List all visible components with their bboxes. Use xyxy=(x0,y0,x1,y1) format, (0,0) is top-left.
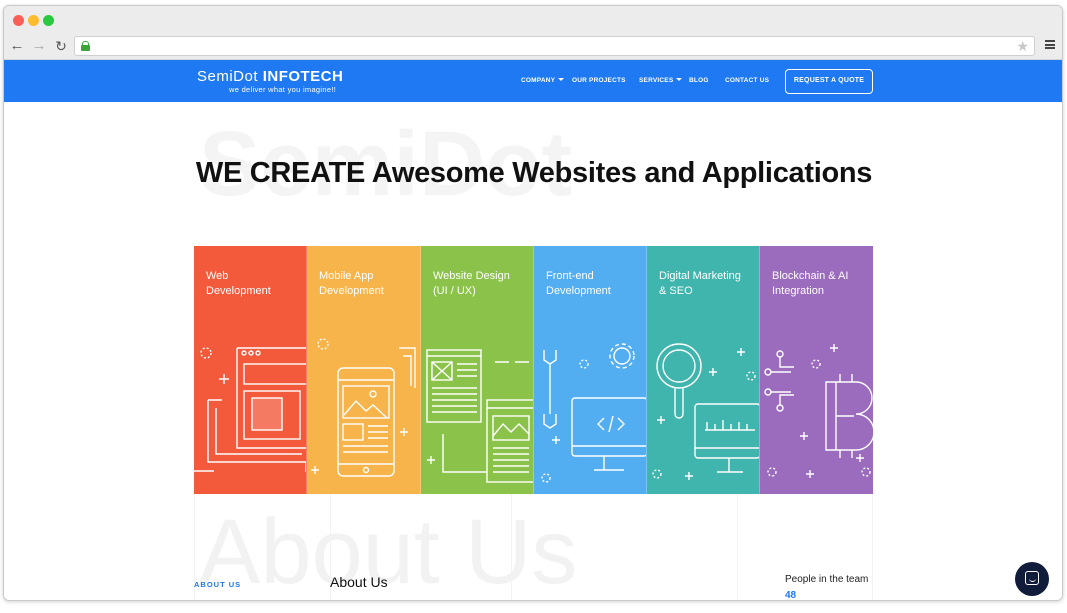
people-in-team-label: People in the team xyxy=(785,574,869,585)
service-card-web-development[interactable]: Web Development xyxy=(194,246,307,494)
page-viewport: SemiDot INFOTECH we deliver what you ima… xyxy=(4,60,1062,601)
chat-icon xyxy=(1025,571,1039,585)
nav-label: OUR PROJECTS xyxy=(572,77,626,84)
star-icon[interactable]: ★ xyxy=(1016,37,1029,55)
service-card-title: Website Design (UI / UX) xyxy=(433,269,533,298)
service-card-title: Front-end Development xyxy=(546,269,646,298)
service-title-line1: Blockchain & AI xyxy=(772,270,849,282)
service-title-line2: Development xyxy=(206,284,271,297)
nav-item-blog[interactable]: BLOG xyxy=(689,77,709,84)
service-title-line1: Front-end xyxy=(546,270,594,282)
menu-icon[interactable] xyxy=(1045,40,1055,49)
browser-window: ← → ↻ ★ SemiDot INFOTECH we deliver what… xyxy=(3,5,1063,601)
blockchain-icon xyxy=(764,344,873,478)
service-card-title: Digital Marketing & SEO xyxy=(659,269,759,298)
service-title-line1: Mobile App xyxy=(319,270,374,282)
service-title-line2: Integration xyxy=(772,284,824,297)
nav-item-services[interactable]: SERVICES xyxy=(639,77,683,84)
chevron-down-icon xyxy=(676,78,683,81)
browser-toolbar: ← → ↻ ★ xyxy=(4,33,1062,60)
service-card-mobile-app[interactable]: Mobile App Development xyxy=(307,246,421,494)
service-card-website-design[interactable]: Website Design (UI / UX) xyxy=(421,246,534,494)
nav-label: CONTACT US xyxy=(725,77,770,84)
frontend-icon xyxy=(541,343,646,483)
service-title-line2: Development xyxy=(546,284,611,297)
mobile-app-icon xyxy=(311,338,416,477)
service-title-line2: (UI / UX) xyxy=(433,284,476,297)
service-card-title: Mobile App Development xyxy=(319,269,420,298)
service-card-blockchain[interactable]: Blockchain & AI Integration xyxy=(760,246,873,494)
service-title-line2: & SEO xyxy=(659,284,693,297)
chevron-down-icon xyxy=(558,78,565,81)
lock-icon xyxy=(81,41,90,51)
service-card-title: Blockchain & AI Integration xyxy=(772,269,873,298)
about-us-label: ABOUT US xyxy=(194,580,242,589)
nav-label: COMPANY xyxy=(521,77,556,84)
nav-item-company[interactable]: COMPANY xyxy=(521,77,565,84)
main-nav: COMPANY OUR PROJECTS SERVICES BLOG CONTA… xyxy=(4,77,1062,89)
people-in-team-count: 48 xyxy=(785,590,797,601)
chat-button[interactable] xyxy=(1015,562,1049,596)
reload-icon[interactable]: ↻ xyxy=(52,37,70,55)
about-us-heading: About Us xyxy=(330,574,388,590)
digital-marketing-icon xyxy=(652,343,759,480)
minimize-window-button[interactable] xyxy=(28,15,39,26)
web-development-icon xyxy=(194,347,306,472)
service-title-line1: Digital Marketing xyxy=(659,270,741,282)
services-cards: Web Development Mobile App Development W… xyxy=(194,246,873,494)
address-bar[interactable]: ★ xyxy=(74,36,1035,56)
nav-label: SERVICES xyxy=(639,77,674,84)
service-title-line1: Website Design xyxy=(433,270,510,282)
title-bar xyxy=(4,6,1062,33)
service-card-digital-marketing[interactable]: Digital Marketing & SEO xyxy=(647,246,760,494)
service-card-title: Web Development xyxy=(206,269,306,298)
forward-icon[interactable]: → xyxy=(30,37,48,55)
request-quote-button[interactable]: REQUEST A QUOTE xyxy=(785,69,873,94)
about-watermark: About Us xyxy=(199,501,578,601)
nav-item-contact-us[interactable]: CONTACT US xyxy=(725,77,769,84)
nav-label: BLOG xyxy=(689,77,709,84)
website-design-icon xyxy=(426,349,533,483)
service-title-line1: Web xyxy=(206,270,229,282)
nav-item-our-projects[interactable]: OUR PROJECTS xyxy=(572,77,626,84)
service-card-frontend[interactable]: Front-end Development xyxy=(534,246,647,494)
back-icon[interactable]: ← xyxy=(8,37,26,55)
hero-title: WE CREATE Awesome Websites and Applicati… xyxy=(195,157,873,189)
service-title-line2: Development xyxy=(319,284,384,297)
close-window-button[interactable] xyxy=(13,15,24,26)
maximize-window-button[interactable] xyxy=(43,15,54,26)
site-header: SemiDot INFOTECH we deliver what you ima… xyxy=(4,60,1062,102)
